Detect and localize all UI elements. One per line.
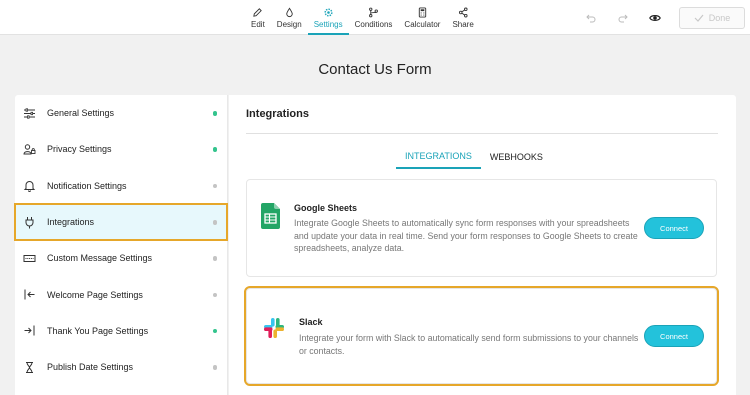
card-title: Google Sheets bbox=[294, 203, 358, 213]
tab-share[interactable]: Share bbox=[446, 0, 479, 35]
sidebar-item-label: Welcome Page Settings bbox=[47, 289, 143, 300]
calculator-icon bbox=[418, 6, 427, 18]
message-icon bbox=[23, 254, 36, 262]
status-dot bbox=[212, 328, 217, 334]
status-dot bbox=[212, 292, 217, 298]
card-description: Integrate Google Sheets to automatically… bbox=[294, 218, 638, 253]
form-title: Contact Us Form bbox=[318, 61, 432, 78]
tab-conditions-label: Conditions bbox=[354, 19, 393, 29]
redo-button[interactable] bbox=[615, 10, 631, 26]
slack-icon bbox=[264, 318, 284, 338]
integrations-panel: Integrations INTEGRATIONS WEBHOOKS Googl… bbox=[229, 95, 736, 395]
settings-sidebar: General Settings Privacy Settings Notifi… bbox=[14, 95, 228, 395]
toolbar-actions: Done bbox=[583, 0, 750, 35]
pencil-icon bbox=[253, 7, 263, 17]
tab-conditions[interactable]: Conditions bbox=[349, 0, 399, 35]
undo-icon bbox=[586, 14, 596, 22]
google-sheets-card: Google Sheets Integrate Google Sheets to… bbox=[246, 179, 717, 277]
tab-settings-label: Settings bbox=[313, 19, 343, 29]
tab-design-label: Design bbox=[276, 19, 302, 29]
google-sheets-connect-button[interactable]: Connect bbox=[644, 217, 704, 239]
enter-icon bbox=[24, 289, 35, 300]
branch-icon bbox=[369, 7, 378, 17]
sidebar-item-label: Custom Message Settings bbox=[47, 253, 153, 264]
done-button[interactable]: Done bbox=[679, 6, 745, 29]
sidebar-item-label: Notification Settings bbox=[47, 180, 127, 191]
done-label: Done bbox=[708, 12, 731, 23]
sidebar-item-label: Privacy Settings bbox=[47, 144, 112, 155]
status-dot bbox=[212, 147, 217, 152]
status-dot bbox=[212, 256, 217, 261]
tab-edit[interactable]: Edit bbox=[245, 0, 271, 35]
plug-icon bbox=[25, 216, 34, 229]
slack-card: Slack Integrate your form with Slack to … bbox=[244, 286, 719, 386]
integration-subtabs: INTEGRATIONS WEBHOOKS bbox=[396, 145, 552, 169]
sliders-icon bbox=[24, 108, 35, 119]
page-title: Integrations bbox=[246, 108, 309, 120]
status-dot bbox=[212, 365, 217, 370]
tab-calculator-label: Calculator bbox=[404, 19, 441, 29]
preview-button[interactable] bbox=[647, 10, 663, 26]
exit-icon bbox=[24, 325, 35, 336]
gear-icon bbox=[324, 7, 333, 17]
hourglass-icon bbox=[26, 361, 33, 373]
top-toolbar: Edit Design Settings Conditions Calculat… bbox=[0, 0, 750, 35]
tab-share-label: Share bbox=[452, 19, 474, 29]
sidebar-item-label: Publish Date Settings bbox=[47, 362, 134, 373]
toolbar-tabs: Edit Design Settings Conditions Calculat… bbox=[245, 0, 480, 35]
share-icon bbox=[458, 7, 468, 17]
sidebar-item-general-settings[interactable]: General Settings bbox=[15, 95, 227, 131]
sidebar-item-welcome-page-settings[interactable]: Welcome Page Settings bbox=[15, 276, 227, 312]
status-dot bbox=[212, 220, 217, 225]
google-sheets-icon bbox=[261, 203, 280, 229]
slack-connect-button[interactable]: Connect bbox=[644, 325, 704, 347]
tab-webhooks[interactable]: WEBHOOKS bbox=[481, 145, 552, 169]
card-title: Slack bbox=[299, 317, 323, 327]
divider bbox=[246, 133, 718, 134]
sidebar-item-label: General Settings bbox=[47, 108, 115, 119]
undo-button[interactable] bbox=[583, 10, 599, 26]
status-dot bbox=[212, 183, 217, 189]
sidebar-item-integrations[interactable]: Integrations bbox=[14, 203, 228, 241]
sidebar-item-thank-you-page-settings[interactable]: Thank You Page Settings bbox=[15, 313, 227, 349]
bell-icon bbox=[23, 181, 36, 193]
tab-settings[interactable]: Settings bbox=[307, 0, 349, 35]
tab-design[interactable]: Design bbox=[271, 0, 308, 35]
check-icon bbox=[694, 14, 704, 22]
tab-calculator[interactable]: Calculator bbox=[398, 0, 446, 35]
droplet-icon bbox=[286, 7, 293, 17]
tab-integrations[interactable]: INTEGRATIONS bbox=[396, 145, 481, 169]
tab-edit-label: Edit bbox=[251, 19, 265, 29]
sidebar-item-custom-message-settings[interactable]: Custom Message Settings bbox=[15, 240, 227, 276]
sidebar-item-label: Thank You Page Settings bbox=[47, 325, 149, 336]
card-description: Integrate your form with Slack to automa… bbox=[299, 333, 639, 356]
sidebar-item-privacy-settings[interactable]: Privacy Settings bbox=[15, 131, 227, 167]
eye-icon bbox=[649, 14, 661, 21]
user-lock-icon bbox=[23, 144, 36, 155]
redo-icon bbox=[618, 14, 628, 22]
sidebar-item-publish-date-settings[interactable]: Publish Date Settings bbox=[15, 349, 227, 385]
status-dot bbox=[212, 111, 217, 116]
sidebar-item-label: Integrations bbox=[47, 217, 95, 228]
sidebar-item-notification-settings[interactable]: Notification Settings bbox=[15, 168, 227, 204]
